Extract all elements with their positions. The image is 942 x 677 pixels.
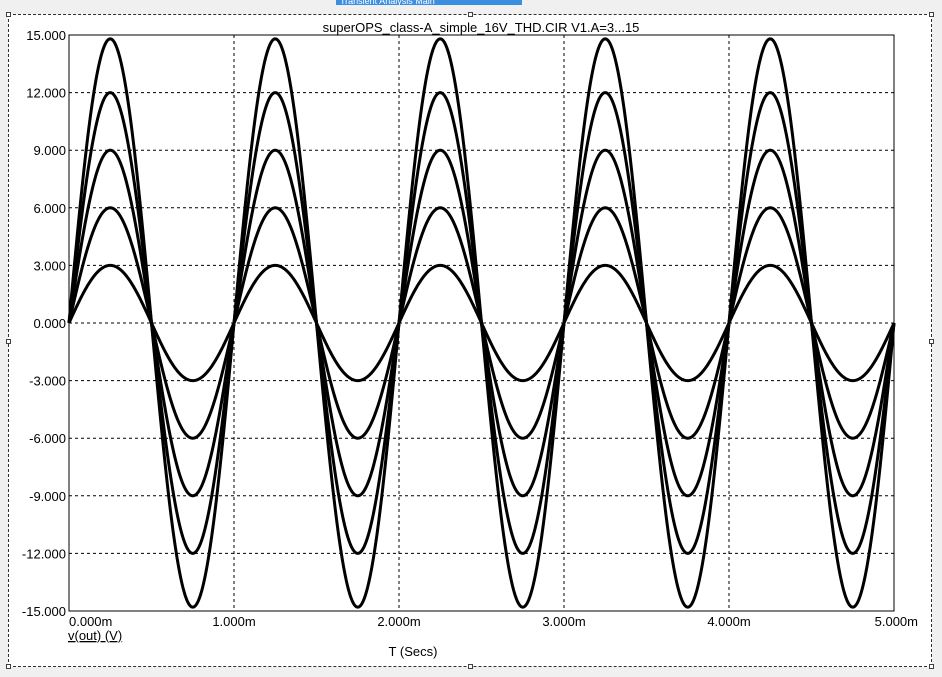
x-tick-label-3: 3.000m bbox=[542, 614, 585, 629]
x-tick-label-5: 5.000m bbox=[875, 614, 918, 629]
x-tick-label-2: 2.000m bbox=[377, 614, 420, 629]
y-tick-label-10: -15.000 bbox=[22, 604, 66, 619]
y-tick-label-3: 6.000 bbox=[33, 201, 66, 216]
x-tick-label-1: 1.000m bbox=[212, 614, 255, 629]
series-group bbox=[67, 37, 896, 609]
x-tick-labels: 0.000m 1.000m 2.000m 3.000m 4.000m 5.000m bbox=[69, 614, 918, 629]
y-tick-label-6: -3.000 bbox=[29, 374, 66, 389]
transient-chart: superOPS_class-A_simple_16V_THD.CIR V1.A… bbox=[22, 20, 918, 659]
y-tick-label-9: -12.000 bbox=[22, 546, 66, 561]
y-tick-label-5: 0.000 bbox=[33, 316, 66, 331]
x-axis-label: T (Secs) bbox=[389, 644, 438, 659]
x-tick-label-0: 0.000m bbox=[69, 614, 112, 629]
y-tick-label-8: -9.000 bbox=[29, 489, 66, 504]
y-tick-label-1: 12.000 bbox=[26, 86, 66, 101]
series-line-4 bbox=[67, 37, 896, 609]
x-tick-label-4: 4.000m bbox=[707, 614, 750, 629]
y-tick-label-2: 9.000 bbox=[33, 143, 66, 158]
y-tick-label-0: 15.000 bbox=[26, 28, 66, 43]
chart-title: superOPS_class-A_simple_16V_THD.CIR V1.A… bbox=[323, 20, 640, 35]
y-axis-label: v(out) (V) bbox=[68, 628, 122, 643]
y-tick-label-7: -6.000 bbox=[29, 431, 66, 446]
y-tick-label-4: 3.000 bbox=[33, 258, 66, 273]
y-tick-labels: 15.000 12.000 9.000 6.000 3.000 0.000 -3.000 -6… bbox=[22, 28, 66, 619]
